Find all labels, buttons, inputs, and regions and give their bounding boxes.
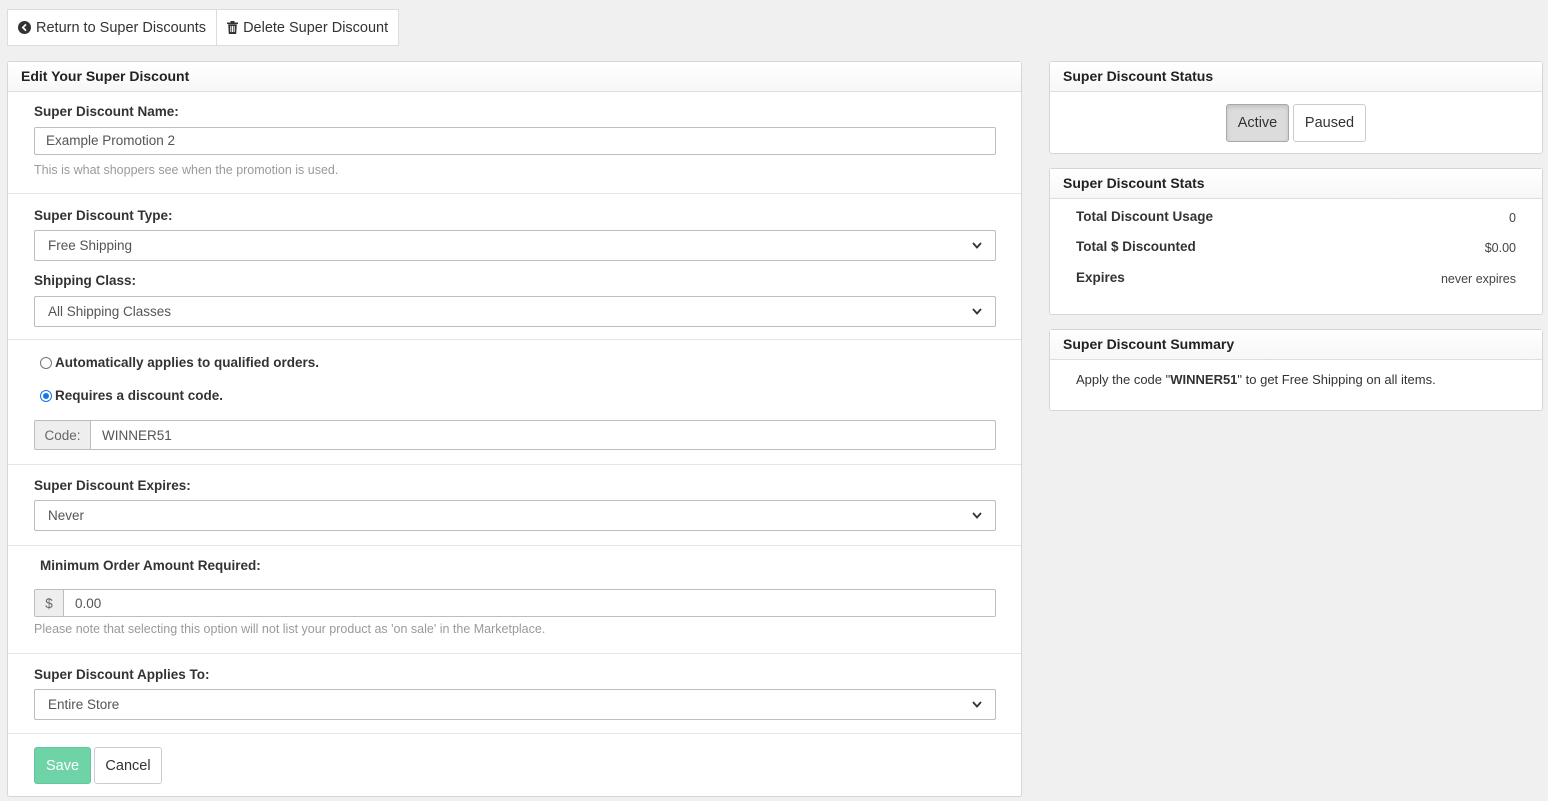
discount-type-value: Free Shipping	[48, 238, 133, 253]
stat-label: Total $ Discounted	[1076, 239, 1196, 254]
summary-text-before: Apply the code "	[1076, 372, 1171, 387]
discount-code-input[interactable]: WINNER51	[91, 421, 995, 449]
delete-super-discount-button[interactable]: Delete Super Discount	[217, 9, 400, 46]
status-panel-title: Super Discount Status	[1050, 62, 1542, 92]
chevron-down-icon	[972, 701, 982, 708]
min-order-help-text: Please note that selecting this option w…	[34, 622, 546, 636]
min-order-section: Minimum Order Amount Required: $ 0.00 Pl…	[8, 546, 1021, 654]
return-to-super-discounts-button[interactable]: Return to Super Discounts	[7, 9, 218, 46]
cancel-button[interactable]: Cancel	[94, 747, 162, 784]
summary-panel-title: Super Discount Summary	[1050, 330, 1542, 360]
name-label: Super Discount Name:	[34, 104, 179, 119]
radio-auto-apply-control[interactable]	[40, 356, 52, 369]
stats-panel-title: Super Discount Stats	[1050, 169, 1542, 199]
summary-text-after: " to get Free Shipping on all items.	[1237, 372, 1436, 387]
applies-to-value: Entire Store	[48, 697, 120, 712]
top-toolbar: Return to Super Discounts Delete Super D…	[7, 9, 400, 46]
form-actions: Save Cancel	[8, 734, 1021, 794]
summary-text: Apply the code "WINNER51" to get Free Sh…	[1076, 372, 1436, 387]
stat-value: 0	[1509, 211, 1516, 225]
stat-value: never expires	[1440, 272, 1516, 286]
discount-name-input[interactable]: Example Promotion 2	[34, 127, 996, 155]
status-toggle-group: Active Paused	[1050, 104, 1542, 142]
summary-code: WINNER51	[1170, 372, 1238, 387]
chevron-down-icon	[972, 242, 982, 249]
min-order-input[interactable]: 0.00	[64, 590, 995, 616]
dollar-addon: $	[35, 590, 64, 616]
stats-panel: Super Discount Stats Total Discount Usag…	[1049, 168, 1543, 315]
stat-row-total-usage: Total Discount Usage 0	[1076, 209, 1516, 225]
stat-value: $0.00	[1484, 241, 1516, 255]
expires-label: Super Discount Expires:	[34, 478, 191, 493]
discount-code-group: Code: WINNER51	[34, 420, 996, 450]
chevron-circle-left-icon	[18, 21, 31, 34]
name-section: Super Discount Name: Example Promotion 2…	[8, 92, 1021, 194]
shipping-class-select[interactable]: All Shipping Classes	[34, 296, 996, 327]
edit-panel-title: Edit Your Super Discount	[8, 62, 1021, 92]
radio-requires-code[interactable]: Requires a discount code.	[40, 388, 223, 403]
expires-section: Super Discount Expires: Never	[8, 465, 1021, 546]
stat-row-expires: Expires never expires	[1076, 270, 1516, 286]
discount-type-select[interactable]: Free Shipping	[34, 230, 996, 261]
stat-label: Total Discount Usage	[1076, 209, 1214, 224]
min-order-label: Minimum Order Amount Required:	[40, 558, 261, 573]
code-addon: Code:	[35, 421, 91, 449]
stat-label: Expires	[1076, 270, 1125, 285]
chevron-down-icon	[972, 512, 982, 519]
status-panel: Super Discount Status Active Paused	[1049, 61, 1543, 154]
radio-requires-code-control[interactable]	[40, 389, 52, 402]
applies-to-section: Super Discount Applies To: Entire Store	[8, 654, 1021, 734]
type-label: Super Discount Type:	[34, 208, 173, 223]
edit-discount-panel: Edit Your Super Discount Super Discount …	[7, 61, 1022, 797]
delete-label: Delete Super Discount	[243, 19, 389, 36]
expires-select[interactable]: Never	[34, 500, 996, 531]
applies-to-select[interactable]: Entire Store	[34, 689, 996, 720]
applies-to-label: Super Discount Applies To:	[34, 667, 210, 682]
stat-row-total-discounted: Total $ Discounted $0.00	[1076, 239, 1516, 255]
shipping-class-label: Shipping Class:	[34, 273, 137, 288]
paused-status-button[interactable]: Paused	[1293, 104, 1366, 142]
chevron-down-icon	[972, 308, 982, 315]
expires-value: Never	[48, 508, 85, 523]
type-section: Super Discount Type: Free Shipping Shipp…	[8, 194, 1021, 340]
save-button[interactable]: Save	[34, 747, 91, 784]
shipping-class-value: All Shipping Classes	[48, 304, 172, 319]
trash-icon	[227, 21, 239, 34]
radio-auto-apply[interactable]: Automatically applies to qualified order…	[40, 355, 319, 370]
min-order-group: $ 0.00	[34, 589, 996, 617]
radio-auto-apply-label: Automatically applies to qualified order…	[55, 355, 320, 370]
active-status-button[interactable]: Active	[1226, 104, 1289, 142]
name-help-text: This is what shoppers see when the promo…	[34, 163, 339, 177]
application-section: Automatically applies to qualified order…	[8, 340, 1021, 465]
summary-panel: Super Discount Summary Apply the code "W…	[1049, 329, 1543, 411]
radio-requires-code-label: Requires a discount code.	[55, 388, 224, 403]
return-label: Return to Super Discounts	[36, 19, 207, 36]
